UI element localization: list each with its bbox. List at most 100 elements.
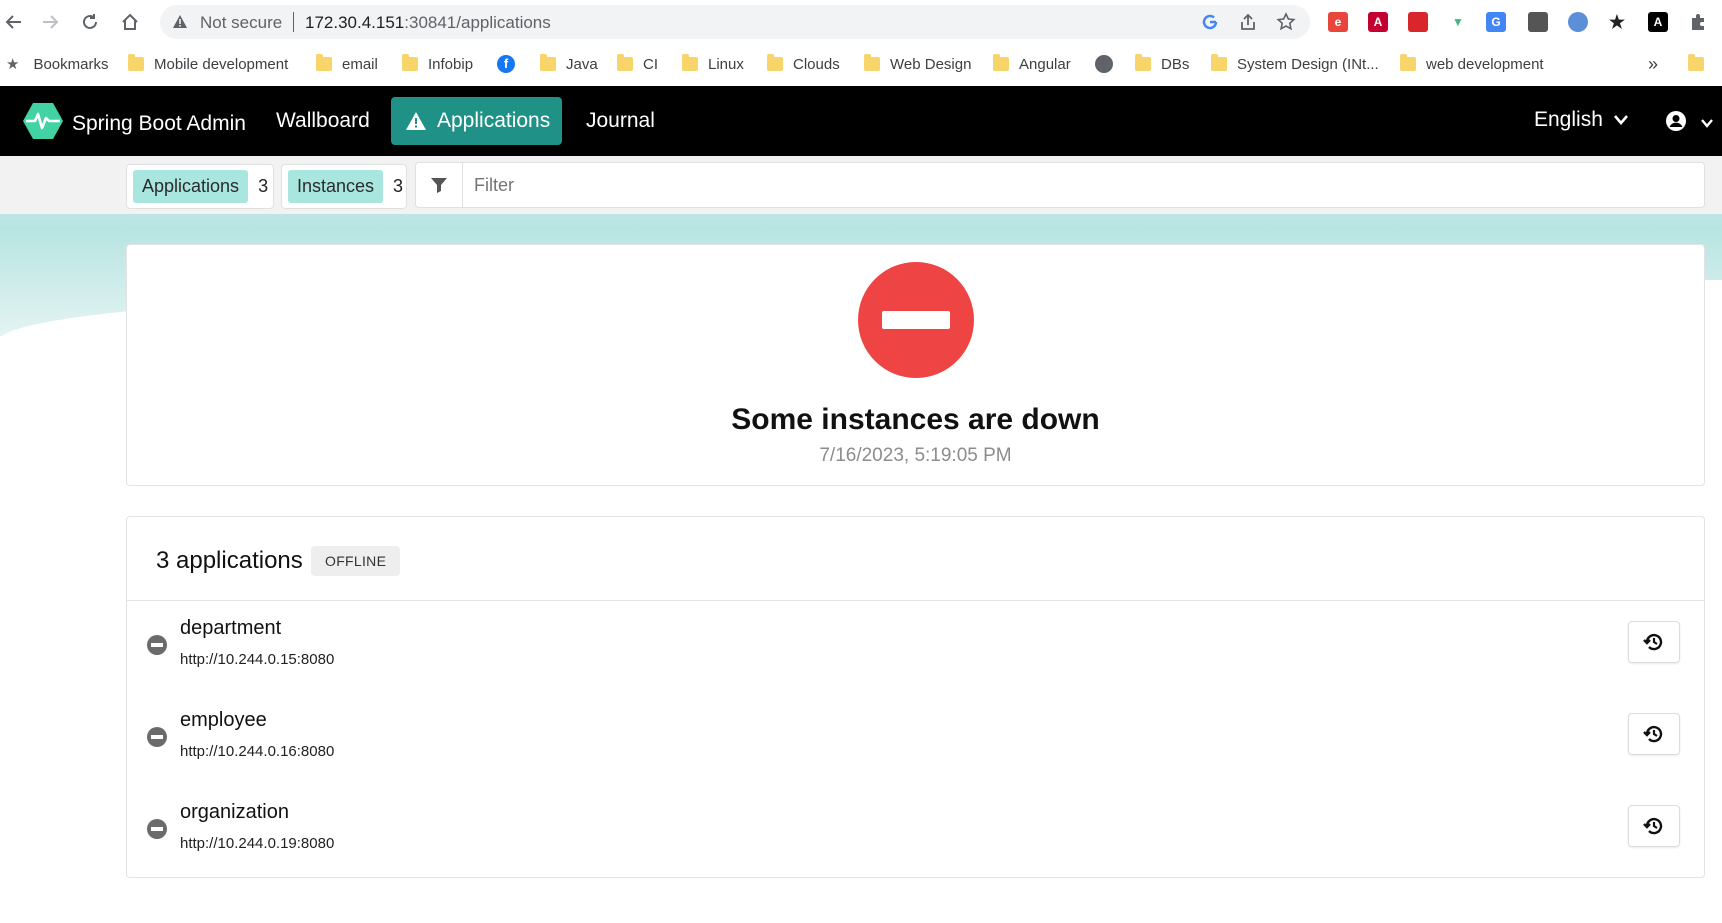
- extension-star-icon[interactable]: ★: [1607, 12, 1627, 32]
- instances-down-icon: [858, 262, 974, 378]
- offline-status-icon: [147, 635, 167, 655]
- bookmark-folder[interactable]: System Design (INt...: [1211, 53, 1379, 75]
- status-card: Some instances are down 7/16/2023, 5:19:…: [126, 244, 1705, 486]
- user-menu[interactable]: [1666, 111, 1714, 136]
- forward-icon[interactable]: [36, 8, 64, 36]
- bookmark-folder[interactable]: Linux: [682, 53, 744, 75]
- history-icon: [1643, 633, 1663, 651]
- history-icon: [1643, 725, 1663, 743]
- extension-keyboard-icon[interactable]: [1528, 12, 1548, 32]
- nav-applications-label: Applications: [437, 109, 551, 132]
- folder-icon: [767, 54, 783, 71]
- bookmark-folder[interactable]: Infobip: [402, 53, 473, 75]
- filter-field: [415, 162, 1705, 208]
- application-name: department: [180, 617, 282, 639]
- bookmark-globe[interactable]: [1095, 53, 1113, 75]
- reload-icon[interactable]: [76, 8, 104, 36]
- folder-icon: [1688, 54, 1704, 71]
- star-icon: ★: [6, 56, 20, 73]
- bookmark-bookmarks[interactable]: ★ Bookmarks: [6, 53, 108, 75]
- application-url[interactable]: http://10.244.0.16:8080: [180, 743, 334, 760]
- bookmark-folder[interactable]: DBs: [1135, 53, 1189, 75]
- url-text[interactable]: 172.30.4.151:30841/applications: [305, 13, 551, 33]
- bookmark-folder[interactable]: web development: [1400, 53, 1544, 75]
- bookmark-folder[interactable]: Mobile development: [128, 53, 288, 75]
- omnibox-divider: [293, 12, 294, 32]
- extension-translate-icon[interactable]: G: [1486, 12, 1506, 32]
- application-url[interactable]: http://10.244.0.15:8080: [180, 651, 334, 668]
- applications-count-value: 3: [258, 176, 269, 196]
- bookmark-folder[interactable]: Angular: [993, 53, 1071, 75]
- folder-icon: [128, 54, 144, 71]
- nav-journal[interactable]: Journal: [572, 97, 669, 145]
- bookmark-label: Linux: [708, 55, 744, 73]
- offline-status-badge: OFFLINE: [311, 546, 401, 576]
- share-icon[interactable]: [1238, 12, 1260, 34]
- bookmarks-overflow-button[interactable]: »: [1648, 53, 1658, 75]
- applications-card: 3 applications OFFLINE department http:/…: [126, 516, 1705, 878]
- heartbeat-logo-icon: [22, 102, 64, 145]
- back-icon[interactable]: [0, 8, 28, 36]
- bookmark-label: email: [342, 55, 378, 73]
- folder-icon: [864, 54, 880, 71]
- address-bar[interactable]: Not secure 172.30.4.151:30841/applicatio…: [160, 5, 1310, 39]
- bookmark-folder[interactable]: Java: [540, 53, 598, 75]
- history-icon: [1643, 817, 1663, 835]
- application-row[interactable]: organization http://10.244.0.19:8080: [127, 795, 1704, 887]
- folder-icon: [1135, 54, 1151, 71]
- journal-history-button[interactable]: [1628, 713, 1680, 755]
- extension-angular-icon[interactable]: A: [1368, 12, 1388, 32]
- extension-angular-devtools-icon[interactable]: A: [1648, 12, 1668, 32]
- extensions-puzzle-icon[interactable]: [1688, 12, 1708, 32]
- application-url[interactable]: http://10.244.0.19:8080: [180, 835, 334, 852]
- folder-icon: [1211, 54, 1227, 71]
- bookmark-facebook[interactable]: f: [497, 53, 515, 75]
- instances-count-pill[interactable]: Instances 3: [281, 164, 407, 209]
- folder-icon: [1400, 54, 1416, 71]
- folder-icon: [540, 54, 556, 71]
- extension-vue-icon[interactable]: ▼: [1448, 12, 1468, 32]
- applications-count-pill[interactable]: Applications 3: [126, 164, 274, 209]
- applications-count-label: Applications: [133, 170, 249, 203]
- bookmark-label: Infobip: [428, 55, 474, 73]
- language-label: English: [1534, 108, 1603, 131]
- bookmark-folder[interactable]: Clouds: [767, 53, 840, 75]
- filter-input[interactable]: [474, 171, 1674, 199]
- star-icon[interactable]: [1276, 12, 1298, 34]
- bookmarks-bar: ★ Bookmarks Mobile development email Info…: [0, 43, 1722, 83]
- bookmark-folder[interactable]: Web Design: [864, 53, 971, 75]
- bookmark-label: Bookmarks: [33, 55, 109, 73]
- folder-icon: [993, 54, 1009, 71]
- extension-e-icon[interactable]: e: [1328, 12, 1348, 32]
- bookmark-label: Angular: [1019, 55, 1071, 73]
- bookmark-label: Web Design: [890, 55, 972, 73]
- home-icon[interactable]: [116, 8, 144, 36]
- bookmark-folder[interactable]: email: [316, 53, 378, 75]
- extension-circle-icon[interactable]: [1568, 12, 1588, 32]
- warning-icon: [405, 111, 427, 131]
- journal-history-button[interactable]: [1628, 805, 1680, 847]
- application-name: organization: [180, 801, 289, 823]
- brand-link[interactable]: Spring Boot Admin: [22, 102, 246, 145]
- nav-wallboard[interactable]: Wallboard: [262, 97, 384, 145]
- status-timestamp: 7/16/2023, 5:19:05 PM: [819, 445, 1012, 466]
- bookmark-label: Mobile development: [154, 55, 289, 73]
- journal-history-button[interactable]: [1628, 621, 1680, 663]
- warning-icon[interactable]: [172, 14, 188, 35]
- bookmark-label: DBs: [1161, 55, 1190, 73]
- extension-book-icon[interactable]: [1408, 12, 1428, 32]
- instances-count-label: Instances: [288, 170, 384, 203]
- security-label[interactable]: Not secure: [200, 13, 282, 33]
- language-selector[interactable]: English: [1534, 108, 1629, 132]
- folder-icon: [316, 54, 332, 71]
- minus-bar: [882, 311, 950, 329]
- application-row[interactable]: department http://10.244.0.15:8080: [127, 611, 1704, 703]
- bookmark-folder[interactable]: [1688, 53, 1714, 75]
- instances-count-value: 3: [393, 176, 404, 196]
- folder-icon: [402, 54, 418, 71]
- application-row[interactable]: employee http://10.244.0.16:8080: [127, 703, 1704, 795]
- offline-status-icon: [147, 819, 167, 839]
- google-icon[interactable]: [1200, 12, 1222, 34]
- bookmark-folder[interactable]: CI: [617, 53, 658, 75]
- nav-applications[interactable]: Applications: [391, 97, 562, 145]
